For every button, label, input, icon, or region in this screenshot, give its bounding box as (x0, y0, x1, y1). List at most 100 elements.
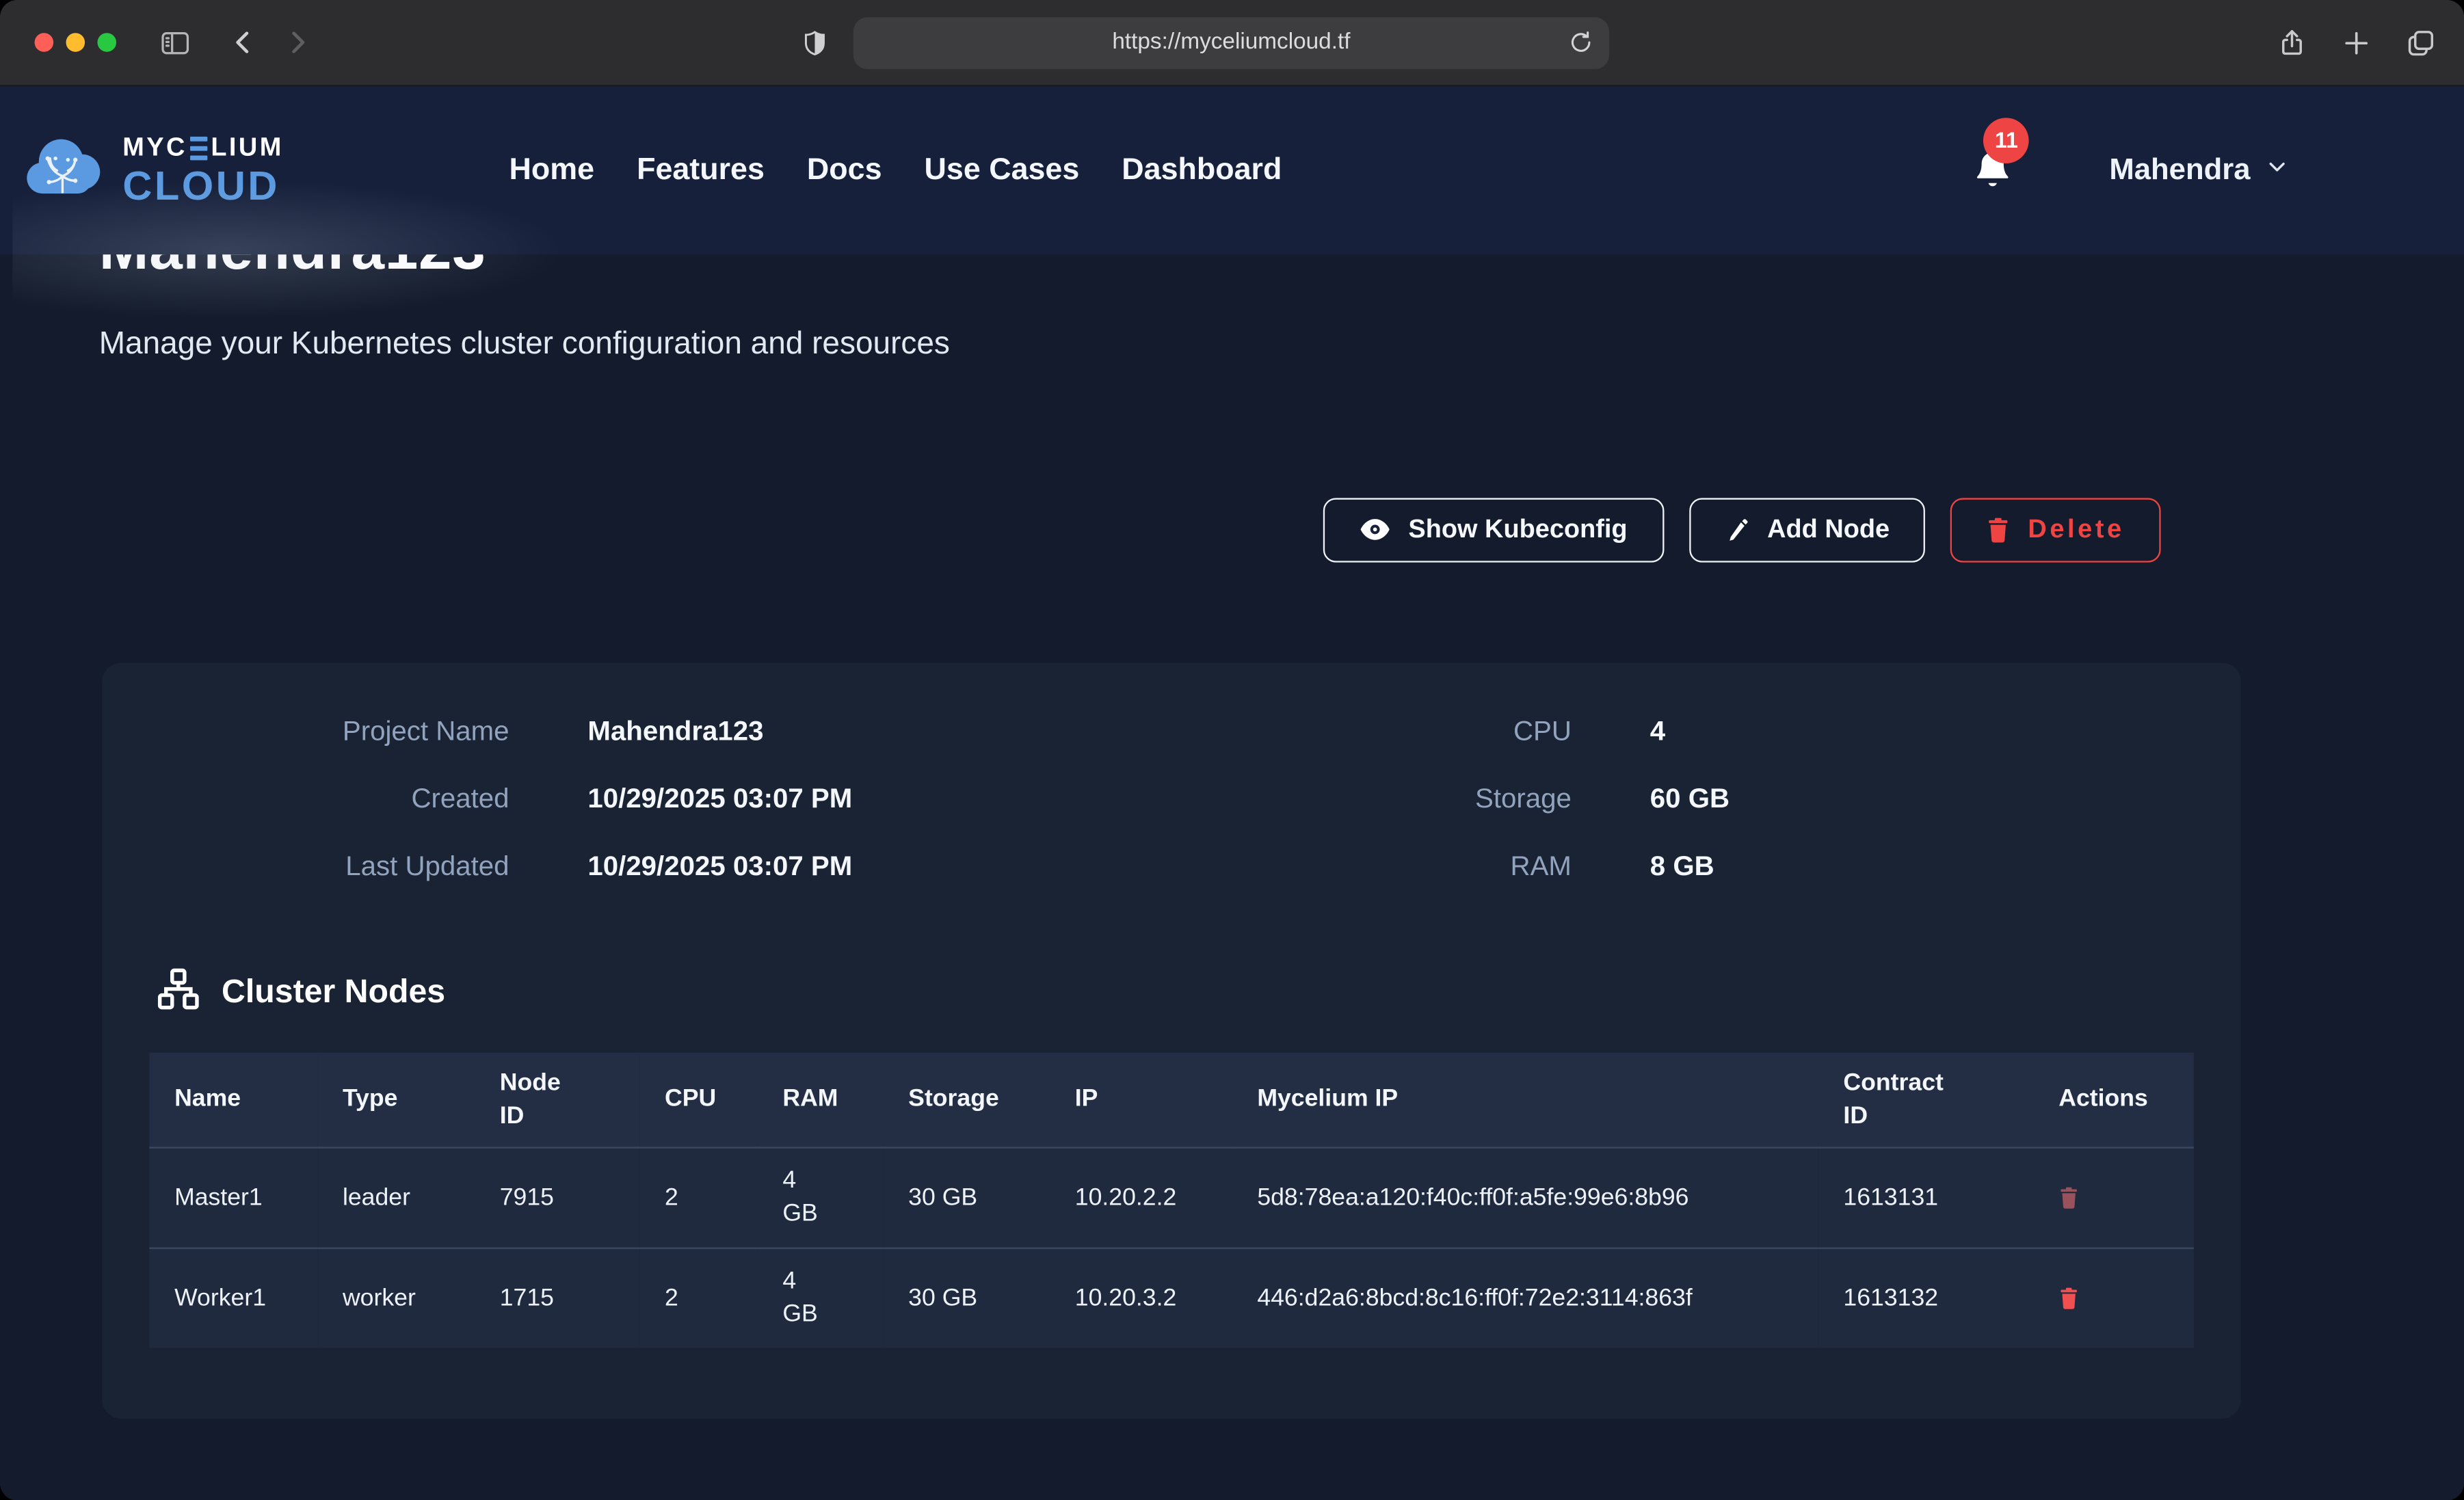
delete-node-button[interactable] (2058, 1286, 2079, 1309)
minimize-window-button[interactable] (66, 33, 85, 52)
browser-window: https://myceliumcloud.tf (0, 0, 2464, 1500)
col-name: Name (149, 1052, 317, 1147)
show-kubeconfig-button[interactable]: Show Kubeconfig (1323, 498, 1663, 562)
cluster-nodes-table: Name Type Node ID CPU RAM Storage IP Myc… (149, 1052, 2194, 1348)
nav-link-dashboard[interactable]: Dashboard (1122, 152, 1282, 189)
cell-storage: 30 GB (883, 1248, 1050, 1348)
cell-storage: 30 GB (883, 1147, 1050, 1248)
cell-node-id: 1715 (475, 1248, 639, 1348)
cell-actions (2033, 1248, 2193, 1348)
cell-contract-id: 1613132 (1818, 1248, 2034, 1348)
table-header-row: Name Type Node ID CPU RAM Storage IP Myc… (149, 1052, 2194, 1147)
reload-icon[interactable] (1568, 29, 1593, 55)
window-controls (35, 33, 116, 52)
col-type: Type (317, 1052, 475, 1147)
network-icon (157, 967, 200, 1018)
new-tab-icon[interactable] (2342, 27, 2372, 57)
cluster-info-grid: Project Name Mahendra123 CPU 4 Created 1… (149, 714, 2194, 883)
cell-type: worker (317, 1248, 475, 1348)
page-subtitle: Manage your Kubernetes cluster configura… (99, 326, 2241, 362)
sidebar-toggle-icon[interactable] (160, 27, 190, 57)
screenshot-stage: https://myceliumcloud.tf (0, 0, 2464, 1500)
col-node-id: Node ID (475, 1052, 639, 1147)
page-content: Mahendra123 Manage your Kubernetes clust… (0, 254, 2464, 1418)
add-node-button[interactable]: Add Node (1688, 498, 1926, 562)
chevron-down-icon (2266, 155, 2288, 185)
privacy-shield-icon[interactable] (802, 27, 828, 57)
cluster-nodes-title: Cluster Nodes (222, 974, 445, 1011)
delete-label: Delete (2028, 515, 2124, 545)
cluster-details-card: Project Name Mahendra123 CPU 4 Created 1… (102, 662, 2240, 1418)
cell-name: Master1 (149, 1147, 317, 1248)
table-row: Master1 leader 7915 2 4 GB 30 GB 10.20.2… (149, 1147, 2194, 1248)
ram-value: 8 GB (1650, 849, 2194, 882)
brand-myc: MYC (122, 135, 187, 161)
zoom-window-button[interactable] (97, 33, 116, 52)
pencil-icon (1725, 516, 1750, 543)
created-label: Created (149, 782, 509, 815)
brand-lium: LIUM (211, 135, 283, 161)
col-storage: Storage (883, 1052, 1050, 1147)
address-bar[interactable]: https://myceliumcloud.tf (853, 16, 1609, 68)
user-name: Mahendra (2109, 153, 2250, 188)
cell-name: Worker1 (149, 1248, 317, 1348)
cell-mycelium-ip: 446:d2a6:8bcd:8c16:ff0f:72e2:3114:863f (1232, 1248, 1818, 1348)
nav-link-home[interactable]: Home (509, 152, 595, 189)
cell-type: leader (317, 1147, 475, 1248)
brand-e-bars-icon (190, 137, 207, 159)
user-menu[interactable]: Mahendra (2109, 153, 2288, 188)
cell-ram: 4 GB (758, 1147, 884, 1248)
cell-contract-id: 1613131 (1818, 1147, 2034, 1248)
cell-ip: 10.20.3.2 (1050, 1248, 1232, 1348)
brand-cloud: CLOUD (122, 165, 284, 206)
storage-label: Storage (1361, 782, 1572, 815)
col-contract-id: Contract ID (1818, 1052, 2034, 1147)
table-row: Worker1 worker 1715 2 4 GB 30 GB 10.20.3… (149, 1248, 2194, 1348)
forward-icon[interactable] (281, 27, 313, 58)
nav-link-features[interactable]: Features (637, 152, 765, 189)
project-name-value: Mahendra123 (587, 714, 1282, 747)
nav-link-use-cases[interactable]: Use Cases (925, 152, 1080, 189)
cell-cpu: 2 (639, 1147, 757, 1248)
col-ram: RAM (758, 1052, 884, 1147)
delete-node-button[interactable] (2058, 1186, 2079, 1209)
add-node-label: Add Node (1767, 515, 1890, 545)
storage-value: 60 GB (1650, 782, 2194, 815)
close-window-button[interactable] (35, 33, 54, 52)
bell-icon (1974, 170, 2012, 197)
nav-link-docs[interactable]: Docs (807, 152, 882, 189)
show-kubeconfig-label: Show Kubeconfig (1408, 515, 1627, 545)
cell-cpu: 2 (639, 1248, 757, 1348)
url-text: https://myceliumcloud.tf (1112, 30, 1350, 55)
col-actions: Actions (2033, 1052, 2193, 1147)
eye-icon (1360, 517, 1391, 542)
notifications-button[interactable]: 11 (1974, 150, 2012, 191)
col-mycelium-ip: Mycelium IP (1232, 1052, 1818, 1147)
cell-actions (2033, 1147, 2193, 1248)
col-ip: IP (1050, 1052, 1232, 1147)
webpage: MYC LIUM CLOUD Home Features Docs Use Cas… (0, 86, 2464, 1499)
created-value: 10/29/2025 03:07 PM (587, 782, 1282, 815)
notification-count-badge: 11 (1984, 117, 2030, 163)
last-updated-value: 10/29/2025 03:07 PM (587, 849, 1282, 882)
cell-node-id: 7915 (475, 1147, 639, 1248)
cell-ram: 4 GB (758, 1248, 884, 1348)
mycelium-cloud-logo-icon (22, 133, 108, 207)
brand-logo[interactable]: MYC LIUM CLOUD (22, 133, 314, 207)
cell-mycelium-ip: 5d8:78ea:a120:f40c:ff0f:a5fe:99e6:8b96 (1232, 1147, 1818, 1248)
cluster-nodes-header: Cluster Nodes (157, 967, 2194, 1018)
last-updated-label: Last Updated (149, 849, 509, 882)
tab-overview-icon[interactable] (2406, 27, 2436, 57)
ram-label: RAM (1361, 849, 1572, 882)
brand-wordmark: MYC LIUM CLOUD (122, 135, 284, 205)
trash-icon (1987, 516, 2011, 543)
delete-cluster-button[interactable]: Delete (1951, 498, 2161, 562)
share-icon[interactable] (2277, 27, 2307, 58)
col-cpu: CPU (639, 1052, 757, 1147)
cpu-value: 4 (1650, 714, 2194, 747)
site-navbar: MYC LIUM CLOUD Home Features Docs Use Cas… (0, 86, 2464, 254)
cell-ip: 10.20.2.2 (1050, 1147, 1232, 1248)
back-icon[interactable] (228, 27, 259, 58)
cluster-actions: Show Kubeconfig Add Node (99, 498, 2161, 562)
project-name-label: Project Name (149, 714, 509, 747)
